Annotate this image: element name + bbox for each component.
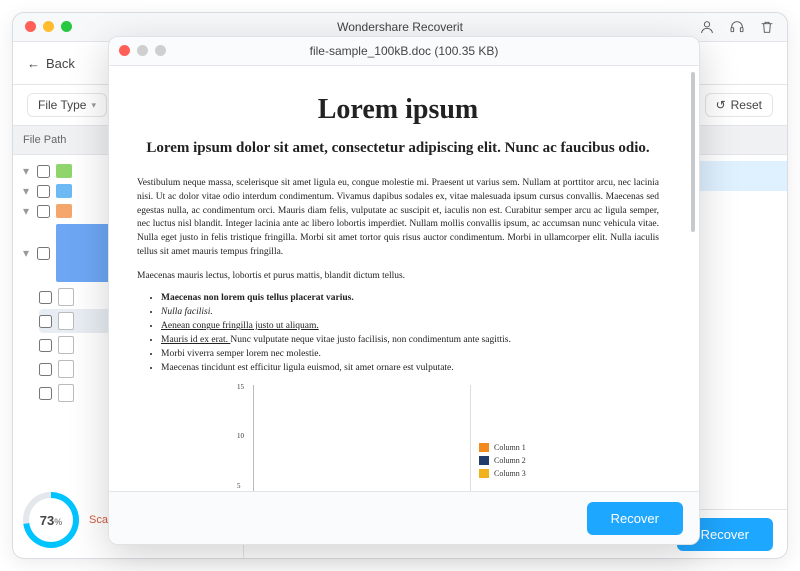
back-label: Back bbox=[46, 56, 75, 71]
tree-checkbox[interactable] bbox=[39, 291, 52, 304]
doc-list-item: Nulla facilisi. bbox=[161, 307, 659, 317]
legend-label: Column 1 bbox=[494, 443, 526, 452]
doc-paragraph: Maecenas mauris lectus, lobortis et puru… bbox=[137, 270, 659, 284]
doc-list-item: Maecenas tincidunt est efficitur ligula … bbox=[161, 363, 659, 373]
preview-recover-button[interactable]: Recover bbox=[587, 502, 683, 535]
y-tick: 10 bbox=[237, 432, 244, 440]
legend-swatch bbox=[479, 443, 489, 452]
doc-file-icon bbox=[58, 312, 74, 330]
preview-window-controls[interactable] bbox=[119, 45, 166, 56]
doc-list: Maecenas non lorem quis tellus placerat … bbox=[137, 293, 659, 373]
tree-checkbox[interactable] bbox=[37, 205, 50, 218]
legend-swatch bbox=[479, 456, 489, 465]
minimize-icon[interactable] bbox=[43, 21, 54, 32]
embedded-bar-chart: 5 10 15 Column 1 Column 2 Column 3 bbox=[253, 385, 543, 491]
close-icon[interactable] bbox=[119, 45, 130, 56]
video-icon bbox=[56, 184, 72, 198]
user-icon[interactable] bbox=[699, 19, 715, 35]
chart-legend: Column 1 Column 2 Column 3 bbox=[470, 385, 543, 491]
doc-list-item: Maecenas non lorem quis tellus placerat … bbox=[161, 293, 659, 303]
tree-checkbox[interactable] bbox=[39, 315, 52, 328]
legend-label: Column 2 bbox=[494, 456, 526, 465]
y-tick: 5 bbox=[237, 482, 241, 490]
maximize-icon[interactable] bbox=[155, 45, 166, 56]
maximize-icon[interactable] bbox=[61, 21, 72, 32]
legend-item: Column 1 bbox=[479, 443, 543, 452]
doc-file-icon bbox=[58, 288, 74, 306]
y-tick: 15 bbox=[237, 383, 244, 391]
reset-button[interactable]: ↺ Reset bbox=[705, 93, 773, 117]
headset-icon[interactable] bbox=[729, 19, 745, 35]
preview-filename: file-sample_100kB.doc (100.35 KB) bbox=[310, 44, 499, 58]
progress-percent: 73 bbox=[40, 513, 54, 528]
preview-titlebar: file-sample_100kB.doc (100.35 KB) bbox=[109, 37, 699, 66]
doc-heading: Lorem ipsum bbox=[137, 94, 659, 126]
filter-file-type-label: File Type bbox=[38, 98, 86, 112]
tree-checkbox[interactable] bbox=[39, 387, 52, 400]
chevron-down-icon: ▾ bbox=[91, 100, 96, 111]
tree-checkbox[interactable] bbox=[37, 185, 50, 198]
preview-modal: file-sample_100kB.doc (100.35 KB) Lorem … bbox=[108, 36, 700, 545]
reset-icon: ↺ bbox=[716, 98, 726, 112]
doc-list-item: Aenean congue fringilla justo ut aliquam… bbox=[161, 321, 659, 331]
back-button[interactable]: ← Back bbox=[27, 56, 75, 71]
legend-item: Column 3 bbox=[479, 469, 543, 478]
legend-label: Column 3 bbox=[494, 469, 526, 478]
close-icon[interactable] bbox=[25, 21, 36, 32]
doc-file-icon bbox=[58, 384, 74, 402]
audio-icon bbox=[56, 204, 72, 218]
legend-item: Column 2 bbox=[479, 456, 543, 465]
doc-file-icon bbox=[58, 336, 74, 354]
tree-checkbox[interactable] bbox=[37, 165, 50, 178]
tree-checkbox[interactable] bbox=[39, 363, 52, 376]
doc-subheading: Lorem ipsum dolor sit amet, consectetur … bbox=[137, 140, 659, 157]
legend-swatch bbox=[479, 469, 489, 478]
document-preview[interactable]: Lorem ipsum Lorem ipsum dolor sit amet, … bbox=[109, 66, 687, 491]
reset-label: Reset bbox=[731, 98, 762, 112]
tree-checkbox[interactable] bbox=[37, 247, 50, 260]
minimize-icon[interactable] bbox=[137, 45, 148, 56]
preview-footer: Recover bbox=[109, 491, 699, 544]
progress-ring: 73% bbox=[23, 492, 79, 548]
doc-list-item: Morbi viverra semper lorem nec molestie. bbox=[161, 349, 659, 359]
doc-file-icon bbox=[58, 360, 74, 378]
picture-icon bbox=[56, 164, 72, 178]
doc-list-item: Mauris id ex erat. Nunc vulputate neque … bbox=[161, 335, 659, 345]
trash-icon[interactable] bbox=[759, 19, 775, 35]
preview-content: Lorem ipsum Lorem ipsum dolor sit amet, … bbox=[109, 66, 699, 491]
scrollbar-thumb[interactable] bbox=[691, 72, 695, 232]
back-arrow-icon: ← bbox=[27, 56, 40, 71]
tree-checkbox[interactable] bbox=[39, 339, 52, 352]
app-title: Wondershare Recoverit bbox=[337, 20, 463, 34]
window-controls[interactable] bbox=[25, 21, 72, 32]
preview-scrollbar[interactable] bbox=[687, 66, 699, 491]
filter-file-type[interactable]: File Type ▾ bbox=[27, 93, 107, 117]
doc-paragraph: Vestibulum neque massa, scelerisque sit … bbox=[137, 177, 659, 260]
